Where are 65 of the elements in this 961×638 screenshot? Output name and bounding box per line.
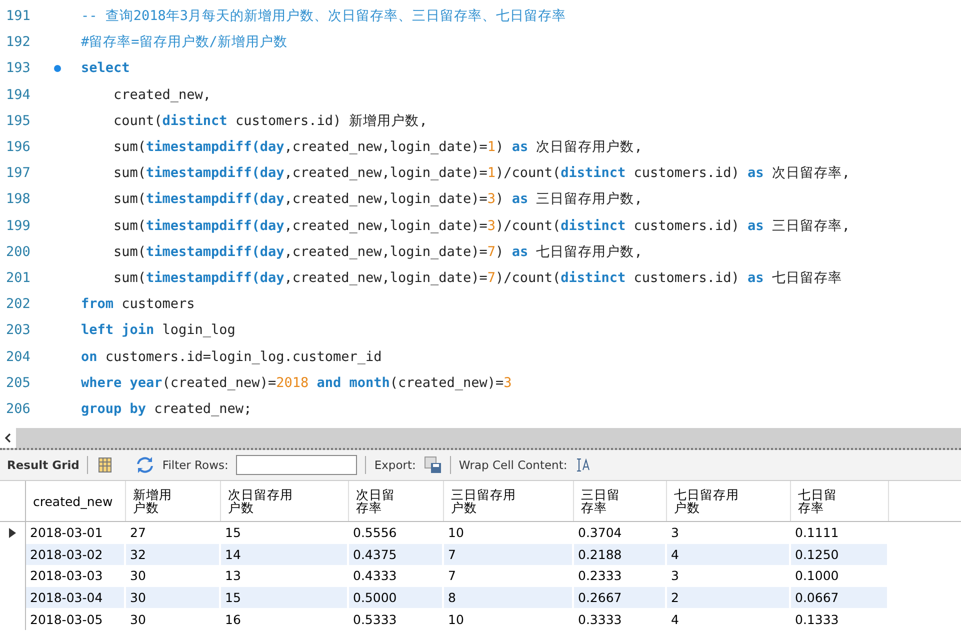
table-cell: 30 bbox=[126, 586, 221, 608]
line-number: 191 bbox=[5, 8, 32, 24]
line-number: 200 bbox=[5, 244, 32, 260]
column-header[interactable]: 三日留存率 bbox=[574, 481, 667, 521]
table-cell: 7 bbox=[444, 544, 574, 566]
export-label: Export: bbox=[374, 458, 416, 472]
table-cell: 2018-03-04 bbox=[26, 586, 126, 608]
table-cell: 0.2188 bbox=[574, 544, 667, 566]
table-cell: 14 bbox=[221, 544, 349, 566]
result-grid-label: Result Grid bbox=[7, 458, 80, 472]
table-cell: 2018-03-02 bbox=[26, 544, 126, 566]
line-number: 196 bbox=[5, 139, 32, 156]
refresh-icon[interactable] bbox=[136, 456, 154, 474]
table-cell: 0.4375 bbox=[349, 544, 444, 566]
table-cell: 0.5000 bbox=[349, 586, 444, 608]
table-cell: 15 bbox=[221, 586, 349, 608]
column-header[interactable]: created_new bbox=[26, 481, 126, 521]
column-header[interactable]: 七日留存用户数 bbox=[667, 481, 791, 521]
table-cell: 0.1250 bbox=[791, 544, 889, 566]
code-line: group by created_new; bbox=[81, 400, 252, 417]
code-line: created_new, bbox=[112, 86, 212, 103]
code-line: sum(timestampdiff(day,created_new,login_date)=1) as 次日留存用户数, bbox=[112, 138, 642, 156]
code-line: sum(timestampdiff(day,created_new,login_date)=3) as 三日留存用户数, bbox=[112, 190, 642, 208]
code-line: #留存率=留存用户数/新增用户数 bbox=[81, 33, 288, 52]
line-number: 199 bbox=[5, 218, 32, 234]
code-line: where year(created_new)=2018 and month(created_new)=3 bbox=[81, 374, 512, 391]
table-cell: 4 bbox=[667, 544, 791, 566]
line-number: 202 bbox=[5, 296, 32, 312]
line-number: 203 bbox=[5, 322, 32, 338]
line-number: 192 bbox=[5, 34, 32, 50]
line-number: 198 bbox=[5, 191, 32, 208]
table-cell: 0.0667 bbox=[791, 586, 889, 608]
line-number: 204 bbox=[5, 348, 32, 365]
column-header[interactable]: 次日留存用户数 bbox=[221, 481, 349, 521]
line-number: 205 bbox=[5, 374, 32, 391]
horizontal-scrollbar[interactable] bbox=[0, 428, 961, 450]
column-header[interactable]: 新增用户数 bbox=[126, 481, 221, 521]
filter-rows-field[interactable] bbox=[236, 455, 358, 475]
code-line: count(distinct customers.id) 新增用户数, bbox=[112, 112, 428, 130]
grid-icon[interactable] bbox=[96, 456, 114, 474]
code-line: select bbox=[81, 60, 130, 76]
save-icon[interactable] bbox=[424, 456, 442, 474]
table-cell: 8 bbox=[444, 586, 574, 608]
line-number: 197 bbox=[5, 165, 32, 182]
code-line: from customers bbox=[81, 296, 195, 312]
column-header[interactable]: 三日留存用户数 bbox=[444, 481, 574, 521]
table-cell: 2 bbox=[667, 586, 791, 608]
table-cell: 0.2667 bbox=[574, 586, 667, 608]
column-header[interactable]: 七日留存率 bbox=[791, 481, 889, 521]
wrap-cell-content-label: Wrap Cell Content: bbox=[458, 458, 568, 472]
code-line: sum(timestampdiff(day,created_new,login_date)=3)/count(distinct customers.id) as 三日留存率, bbox=[112, 216, 850, 235]
table-cell: 32 bbox=[126, 544, 221, 566]
line-number: 201 bbox=[5, 270, 32, 286]
line-number: 193 bbox=[5, 60, 32, 76]
code-line: sum(timestampdiff(day,created_new,login_date)=1)/count(distinct customers.id) as 次日留存率, bbox=[112, 164, 850, 182]
column-header[interactable]: 次日留存率 bbox=[349, 481, 444, 521]
code-line: -- 查询2018年3月每天的新增用户数、次日留存率、三日留存率、七日留存率 bbox=[81, 7, 566, 26]
line-number: 195 bbox=[5, 112, 32, 129]
line-number: 206 bbox=[5, 400, 32, 417]
line-number: 194 bbox=[5, 86, 32, 103]
code-line: sum(timestampdiff(day,created_new,login_date)=7)/count(distinct customers.id) as 七日留存率 bbox=[112, 268, 842, 287]
code-line: sum(timestampdiff(day,created_new,login_date)=7) as 七日留存用户数, bbox=[112, 242, 642, 261]
code-line: left join login_log bbox=[81, 322, 236, 338]
filter-rows-label: Filter Rows: bbox=[162, 458, 228, 472]
code-line: on customers.id=login_log.customer_id bbox=[81, 348, 382, 365]
